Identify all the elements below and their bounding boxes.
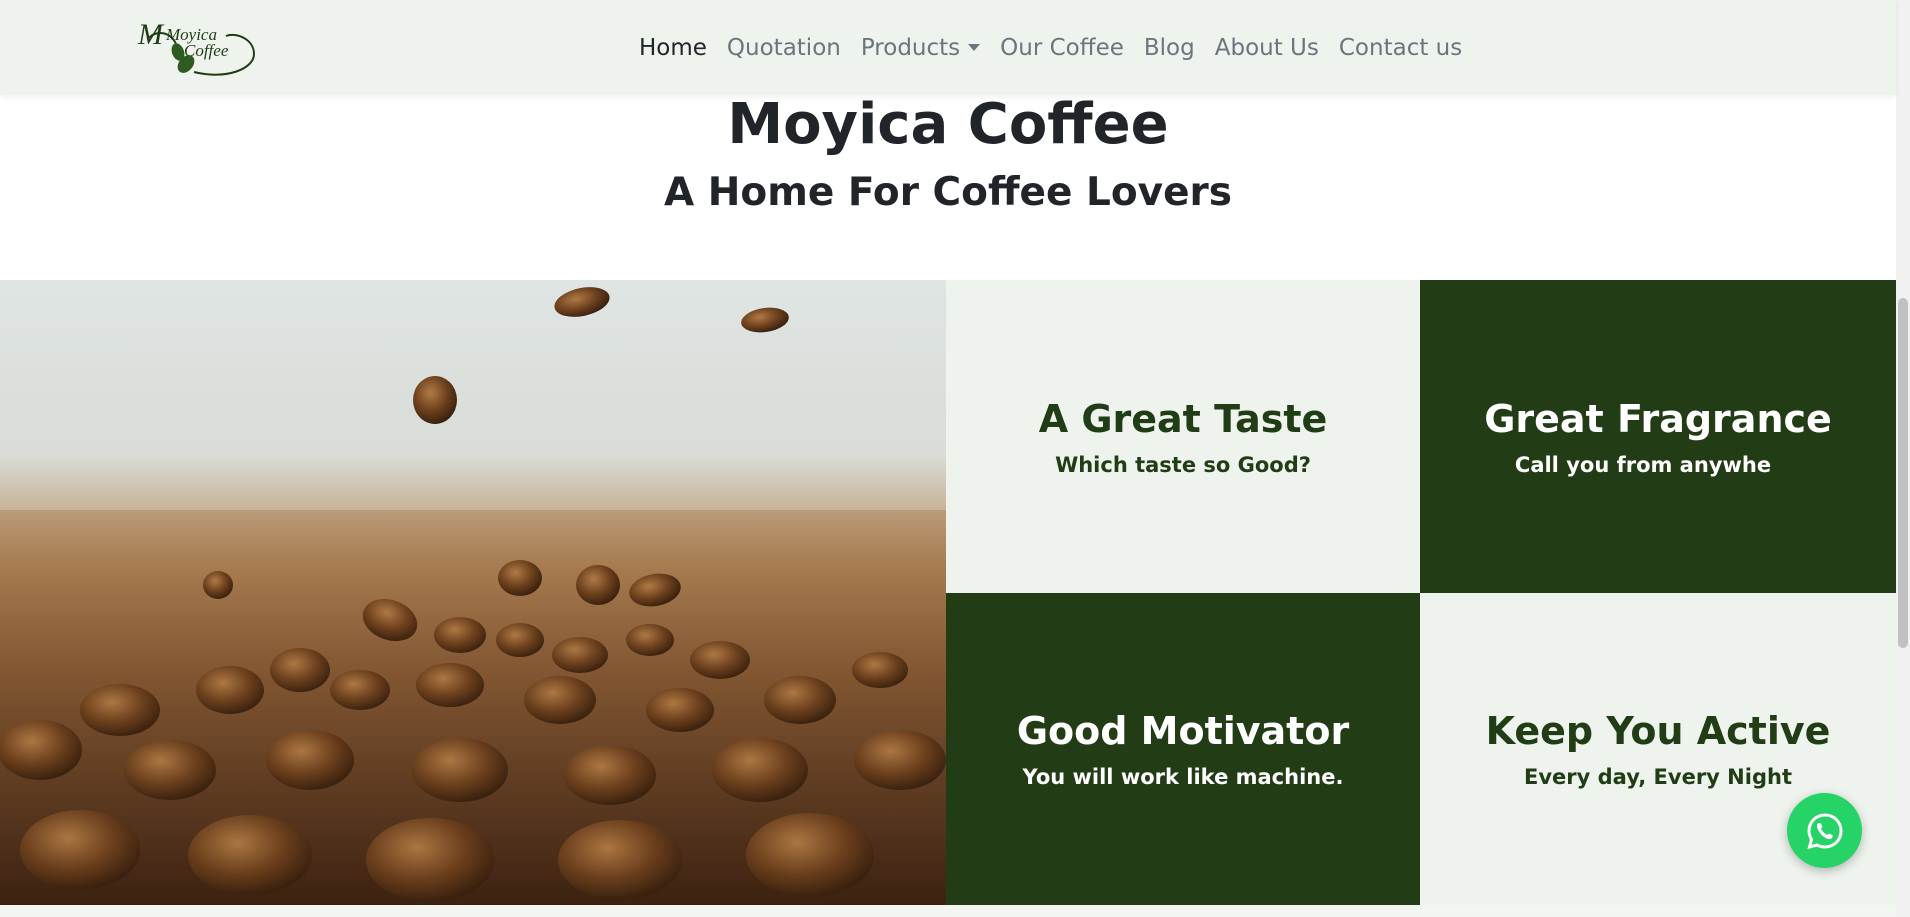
feature-tile-motivator: Good Motivator You will work like machin… bbox=[946, 593, 1420, 905]
feature-subtitle: Which taste so Good? bbox=[1055, 452, 1311, 477]
coffee-beans-image bbox=[0, 280, 946, 906]
feature-tile-fragrance: Great Fragrance Call you from anywhe bbox=[1420, 280, 1896, 593]
nav-products-dropdown[interactable]: Products bbox=[860, 34, 981, 61]
nav-our-coffee[interactable]: Our Coffee bbox=[1000, 35, 1124, 61]
main-nav: Home Quotation Products Our Coffee Blog … bbox=[639, 0, 1462, 95]
nav-blog[interactable]: Blog bbox=[1144, 35, 1195, 61]
feature-title: Keep You Active bbox=[1485, 709, 1831, 753]
page-scrollbar[interactable] bbox=[1896, 0, 1910, 917]
whatsapp-chat-button[interactable] bbox=[1787, 793, 1862, 868]
caret-down-icon bbox=[968, 43, 981, 51]
nav-quotation[interactable]: Quotation bbox=[727, 35, 841, 61]
feature-tile-taste: A Great Taste Which taste so Good? bbox=[946, 280, 1420, 593]
navbar: M Moyica Coffee Home Quotation Products … bbox=[0, 0, 1896, 95]
scrollbar-thumb[interactable] bbox=[1898, 298, 1908, 648]
nav-about-us[interactable]: About Us bbox=[1215, 35, 1319, 61]
page-subtitle: A Home For Coffee Lovers bbox=[664, 170, 1232, 215]
feature-subtitle: Every day, Every Night bbox=[1524, 765, 1792, 789]
feature-subtitle: You will work like machine. bbox=[1022, 765, 1344, 789]
feature-title: Good Motivator bbox=[1016, 709, 1350, 753]
page-bottom-strip bbox=[0, 905, 1896, 917]
feature-subtitle: Call you from anywhe bbox=[1514, 452, 1772, 477]
page-title: Moyica Coffee bbox=[727, 92, 1169, 157]
whatsapp-icon bbox=[1806, 812, 1843, 849]
brand-logo[interactable]: M Moyica Coffee bbox=[136, 14, 260, 80]
logo-letter-m: M bbox=[137, 18, 165, 51]
nav-contact-us[interactable]: Contact us bbox=[1339, 35, 1462, 61]
nav-products-label: Products bbox=[860, 34, 961, 61]
feature-title: Great Fragrance bbox=[1484, 396, 1832, 441]
nav-home[interactable]: Home bbox=[639, 35, 707, 61]
feature-title: A Great Taste bbox=[1038, 396, 1328, 441]
